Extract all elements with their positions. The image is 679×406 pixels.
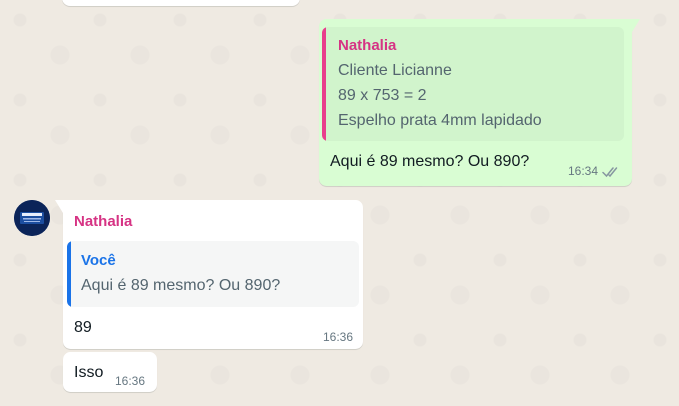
bubble-tail xyxy=(632,19,640,32)
quoted-line-1: Cliente Licianne xyxy=(338,62,452,79)
message-text: Isso xyxy=(74,364,104,381)
message-time: 16:34 xyxy=(567,164,598,178)
quoted-line-2: 89 x 753 = 2 xyxy=(338,87,427,104)
message-text: Aqui é 89 mesmo? Ou 890? xyxy=(330,153,530,170)
quoted-message[interactable]: Nathalia Cliente Licianne 89 x 753 = 2 E… xyxy=(322,27,624,141)
message-time: 16:36 xyxy=(115,374,146,388)
quoted-text: Aqui é 89 mesmo? Ou 890? xyxy=(81,277,281,294)
quoted-message[interactable]: Você Aqui é 89 mesmo? Ou 890? xyxy=(67,241,359,307)
quote-accent-bar xyxy=(322,27,326,141)
double-check-icon xyxy=(602,165,620,178)
outgoing-message-bubble[interactable]: Nathalia Cliente Licianne 89 x 753 = 2 E… xyxy=(319,19,640,186)
message-text: 89 xyxy=(74,319,92,336)
incoming-message-bubble[interactable]: Nathalia Você Aqui é 89 mesmo? Ou 890? 8… xyxy=(55,200,363,349)
incoming-message-bubble[interactable]: Isso 16:36 xyxy=(63,352,157,392)
contact-avatar[interactable] xyxy=(14,200,50,236)
quoted-line-3: Espelho prata 4mm lapidado xyxy=(338,112,542,129)
quote-accent-bar xyxy=(67,241,71,307)
quoted-author: Nathalia xyxy=(338,37,397,54)
chat-message-list[interactable]: Nathalia Cliente Licianne 89 x 753 = 2 E… xyxy=(0,0,679,406)
message-meta: 16:34 xyxy=(568,164,620,178)
message-time: 16:36 xyxy=(322,330,353,344)
bubble-tail xyxy=(55,200,63,213)
previous-message-bubble[interactable] xyxy=(62,0,300,6)
quoted-author: Você xyxy=(81,252,116,269)
sender-name[interactable]: Nathalia xyxy=(74,213,132,230)
